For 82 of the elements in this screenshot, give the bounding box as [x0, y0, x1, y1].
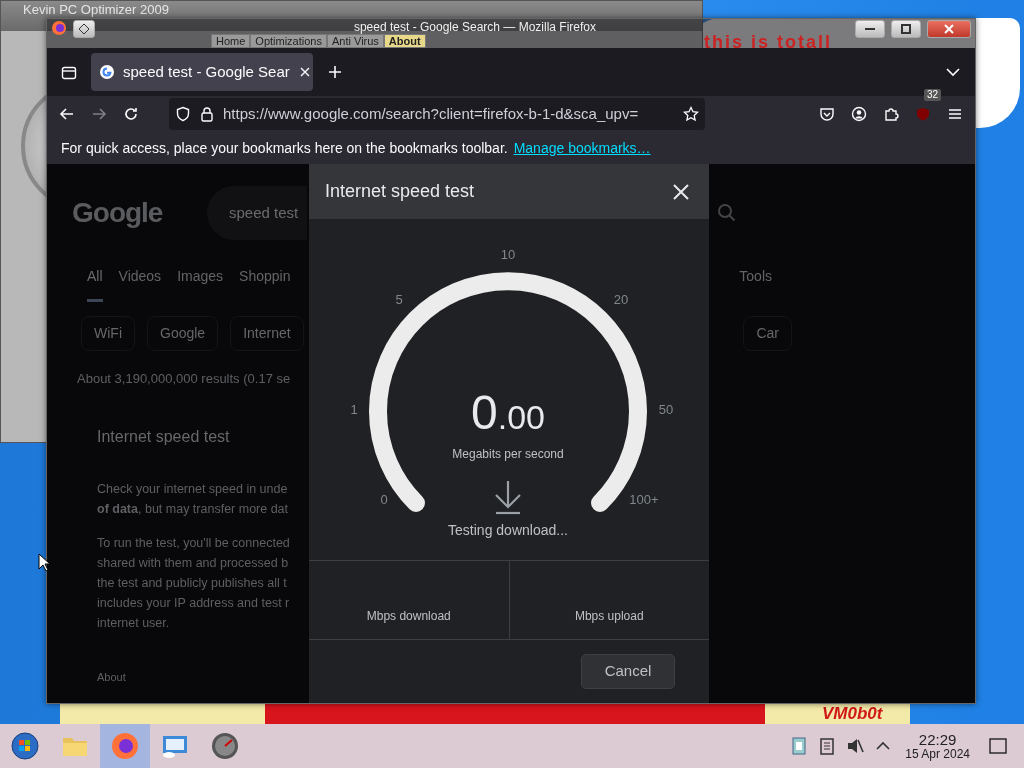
minimize-button[interactable] [855, 20, 885, 38]
card-title: Internet speed test [97, 427, 230, 447]
firefox-icon [51, 20, 67, 36]
google-logo: Google [72, 196, 164, 230]
speed-value: 0.00 [471, 386, 545, 439]
tab-title: speed test - Google Sear [123, 61, 290, 82]
puzzle-icon [883, 106, 899, 122]
tab[interactable]: Optimizations [250, 34, 327, 48]
paragraph-line: the test and publicly publishes all t [97, 575, 287, 592]
manage-bookmarks-link[interactable]: Manage bookmarks… [513, 137, 651, 159]
tab[interactable]: Tools [739, 266, 772, 302]
url-text: https://www.google.com/search?client=firefox-b-1-d&sca_upv= [223, 103, 640, 124]
forward-arrow-icon [91, 106, 107, 122]
note-text: this is totall [704, 32, 832, 52]
filter-chip[interactable]: Google [147, 316, 219, 351]
badge-count: 32 [923, 89, 941, 101]
speed-unit: Megabits per second [452, 447, 564, 462]
search-field[interactable]: speed test [207, 186, 307, 240]
tab[interactable]: Home [211, 34, 251, 48]
speaker-icon [845, 736, 866, 756]
menu-icon [947, 106, 963, 122]
close-icon [671, 181, 691, 202]
gauge-label: 10 [500, 247, 516, 263]
account-icon [851, 106, 867, 122]
about-link[interactable]: About [97, 669, 126, 686]
paragraph-line: internet user. [97, 615, 170, 632]
gauge-label: 1 [350, 402, 358, 418]
clock-time: 22:29 [918, 731, 957, 748]
dialog-title: Internet speed test [325, 180, 475, 203]
address-bar[interactable]: https://www.google.com/search?client=firefox-b-1-d&sca_upv= [169, 98, 705, 130]
google-icon [99, 64, 115, 80]
back-arrow-icon [59, 106, 75, 122]
maximize-button[interactable] [891, 20, 921, 38]
close-icon [943, 23, 955, 35]
maximize-icon [900, 23, 912, 35]
wallpaper-text: VM0b0t [822, 704, 883, 723]
browser-tab[interactable]: speed test - Google Sear [91, 53, 313, 91]
tab[interactable]: Shoppin [239, 266, 291, 302]
gauge-label: 50 [658, 402, 674, 418]
paragraph-line: To run the test, you'll be connected [97, 535, 290, 552]
firefox-icon [111, 732, 139, 760]
shield-icon [175, 106, 191, 122]
gauge-label: 20 [613, 292, 629, 308]
tab[interactable]: Anti Virus [327, 34, 384, 48]
diamond-icon [78, 23, 90, 35]
plus-icon [327, 64, 343, 80]
paragraph-line: of data, but may transfer more dat [97, 501, 289, 518]
paragraph-line: Check your internet speed in unde [97, 481, 288, 498]
gauge-label: 0 [380, 492, 388, 508]
pocket-icon [819, 106, 835, 122]
star-icon[interactable] [683, 106, 699, 122]
cancel-button[interactable]: Cancel [581, 654, 675, 689]
download-icon [494, 479, 522, 515]
close-button[interactable] [927, 20, 971, 38]
tab[interactable]: Images [177, 266, 224, 302]
clock-date: 15 Apr 2024 [905, 747, 970, 761]
filter-chip[interactable]: Car [743, 316, 792, 351]
paragraph-line: shared with them and processed b [97, 555, 289, 572]
box-icon [61, 64, 77, 80]
filter-chip[interactable]: WiFi [81, 316, 135, 351]
results-count: About 3,190,000,000 results (0.17 se [77, 370, 291, 388]
result-label: Mbps upload [508, 561, 709, 639]
square-icon [988, 736, 1008, 756]
gauge-label: 5 [395, 292, 403, 308]
paragraph-line: includes your IP address and test r [97, 595, 290, 612]
lock-icon [199, 106, 215, 122]
gauge-label: 100+ [629, 492, 659, 508]
result-label: Mbps download [365, 608, 452, 625]
bookmarks-message: For quick access, place your bookmarks here on the bookmarks toolbar. [61, 138, 508, 158]
tab[interactable]: Videos [118, 266, 162, 302]
minimize-icon [865, 28, 875, 30]
filter-chip[interactable]: Internet [230, 316, 304, 351]
reload-icon [123, 106, 139, 122]
gauge-icon [211, 732, 239, 760]
shield-icon [915, 106, 931, 122]
tab[interactable]: All [87, 266, 103, 302]
pin-button[interactable] [73, 20, 95, 38]
taskbar-button[interactable] [100, 724, 150, 768]
window-title: speed test - Google Search — Mozilla Firefox [353, 20, 597, 34]
tab[interactable]: About [383, 34, 426, 48]
status-text: Testing download... [448, 521, 568, 538]
start-icon [11, 732, 39, 760]
